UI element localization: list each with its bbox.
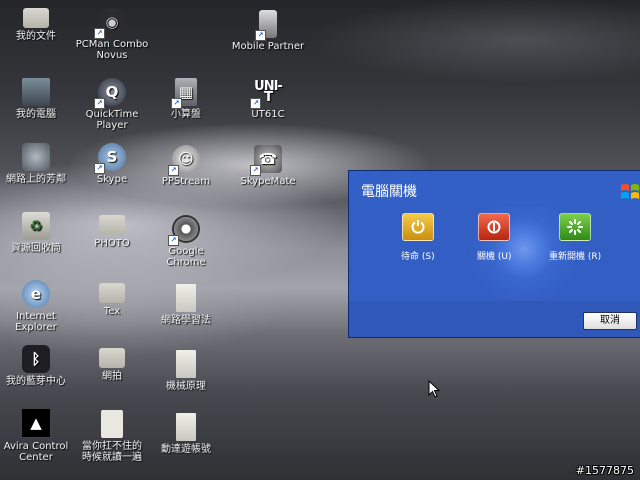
folder-icon: [99, 215, 125, 235]
desktop-icon-paipai[interactable]: 網拍: [72, 348, 152, 382]
standby-label: 待命 (S): [401, 252, 435, 262]
standby-button[interactable]: [401, 213, 434, 241]
pcman-icon: ◉ ↗: [94, 8, 126, 39]
shortcut-arrow-icon: ↗: [94, 28, 105, 39]
icon-label: 我的藍芽中心: [6, 376, 66, 387]
avira-icon: ▲: [21, 408, 51, 438]
bluetooth-icon: ᛒ: [22, 345, 50, 373]
icon-label: Tex: [103, 306, 121, 317]
network-icon: [22, 143, 50, 171]
desktop-icon-internet-explorer[interactable]: e Internet Explorer: [0, 280, 76, 333]
shortcut-arrow-icon: ↗: [171, 98, 182, 109]
windows-logo-icon: [621, 184, 639, 199]
folder-icon: [99, 348, 125, 368]
ppstream-icon: ☺ ↗: [168, 145, 200, 176]
power-icon: [487, 220, 501, 234]
icon-label: 資源回收筒: [11, 243, 61, 254]
icon-label: PCMan Combo Novus: [75, 39, 149, 61]
icon-label: Internet Explorer: [15, 311, 57, 333]
restart-option[interactable]: 重新開機 (R): [549, 213, 601, 262]
shortcut-arrow-icon: ↗: [94, 163, 105, 174]
icon-label: QuickTime Player: [85, 109, 139, 131]
spreadsheet-icon: [176, 284, 196, 312]
icon-label: PHOTO: [94, 238, 130, 249]
shortcut-arrow-icon: ↗: [255, 30, 266, 41]
desktop-icon-my-computer[interactable]: 我的電腦: [0, 78, 76, 120]
icon-label: 網路學習法: [161, 315, 211, 326]
icon-label: 當你扛不住的 時候就讀一遍: [82, 441, 142, 463]
icon-label: Avira Control Center: [3, 441, 69, 463]
dialog-body: 待命 (S) 關機 (U) 重新開機 (R): [349, 207, 640, 301]
icon-label: Google Chrome: [166, 246, 206, 268]
spreadsheet-icon: [176, 413, 196, 441]
folder-icon: [99, 283, 125, 303]
desktop-icon-wish-doc[interactable]: 當你扛不住的 時候就讀一遍: [72, 410, 152, 463]
desktop-icon-skype[interactable]: S ↗ Skype: [72, 143, 152, 185]
shortcut-arrow-icon: ↗: [250, 98, 261, 109]
restart-button[interactable]: [559, 213, 592, 241]
icon-label: SkypeMate: [240, 176, 296, 187]
desktop-icon-ppstream[interactable]: ☺ ↗ PPStream: [146, 145, 226, 187]
recycle-bin-icon: ♻: [22, 212, 50, 240]
internet-explorer-icon: e: [22, 280, 50, 308]
power-icon: [411, 220, 425, 234]
icon-label: 小算盤: [171, 109, 201, 120]
unit-logo-icon: UNI-T ↗: [250, 78, 283, 109]
desktop-icon-network-places[interactable]: 網路上的芳鄰: [0, 143, 76, 185]
icon-label: Skype: [96, 174, 128, 185]
mobile-partner-icon: ↗: [255, 10, 277, 41]
spreadsheet-icon: [176, 350, 196, 378]
desktop: 我的文件 我的電腦 網路上的芳鄰 ♻ 資源回收筒 e Internet Expl…: [0, 0, 640, 480]
shortcut-arrow-icon: ↗: [250, 165, 261, 176]
icon-label: 我的文件: [16, 31, 56, 42]
desktop-icon-network-learn[interactable]: 網路學習法: [146, 284, 226, 326]
desktop-icon-dongjie-account[interactable]: 動達遊帳號: [146, 413, 226, 455]
calculator-icon: ▦ ↗: [171, 78, 197, 109]
desktop-icon-skypemate[interactable]: ☎ ↗ SkypeMate: [228, 145, 308, 187]
icon-label: 我的電腦: [16, 109, 56, 120]
desktop-icon-photo[interactable]: PHOTO: [72, 215, 152, 249]
shutdown-dialog: 電腦關機 待命 (S) 關機 (U) 重新開機 (R) 取消: [348, 170, 640, 338]
folder-icon: [23, 8, 49, 28]
shutdown-label: 關機 (U): [477, 252, 512, 262]
skype-icon: S ↗: [94, 143, 126, 174]
desktop-icon-pcman[interactable]: ◉ ↗ PCMan Combo Novus: [72, 8, 152, 61]
icon-label: 機械原理: [166, 381, 206, 392]
desktop-icon-avira[interactable]: ▲ Avira Control Center: [0, 408, 76, 463]
shutdown-option[interactable]: 關機 (U): [477, 213, 511, 262]
shortcut-arrow-icon: ↗: [168, 235, 179, 246]
desktop-icon-my-documents[interactable]: 我的文件: [0, 8, 76, 42]
quicktime-icon: Q ↗: [94, 78, 126, 109]
standby-option[interactable]: 待命 (S): [401, 213, 435, 262]
desktop-icon-calculator[interactable]: ▦ ↗ 小算盤: [146, 78, 226, 120]
mouse-cursor-icon: [428, 380, 440, 398]
desktop-icon-recycle-bin[interactable]: ♻ 資源回收筒: [0, 212, 76, 254]
desktop-icon-bluetooth[interactable]: ᛒ 我的藍芽中心: [0, 345, 76, 387]
desktop-icon-mobile-partner[interactable]: ↗ Mobile Partner: [228, 10, 308, 52]
cancel-button[interactable]: 取消: [583, 312, 637, 330]
dialog-title: 電腦關機: [361, 184, 417, 200]
desktop-icon-mech-principle[interactable]: 機械原理: [146, 350, 226, 392]
computer-icon: [22, 78, 50, 106]
icon-label: 動達遊帳號: [161, 444, 211, 455]
desktop-icon-quicktime[interactable]: Q ↗ QuickTime Player: [72, 78, 152, 131]
dialog-footer: 取消: [349, 301, 640, 337]
shortcut-arrow-icon: ↗: [94, 98, 105, 109]
desktop-icon-tex[interactable]: Tex: [72, 283, 152, 317]
icon-label: 網路上的芳鄰: [6, 174, 66, 185]
icon-label: PPStream: [161, 176, 211, 187]
shortcut-arrow-icon: ↗: [168, 165, 179, 176]
restart-label: 重新開機 (R): [549, 252, 602, 262]
desktop-icon-ut61c[interactable]: UNI-T ↗ UT61C: [228, 78, 308, 120]
icon-label: Mobile Partner: [231, 41, 305, 52]
icon-label: 網拍: [102, 371, 122, 382]
chrome-icon: ↗: [168, 215, 200, 246]
document-icon: [101, 410, 123, 438]
phone-icon: ☎ ↗: [250, 145, 282, 176]
icon-label: UT61C: [251, 109, 285, 120]
shutdown-button[interactable]: [478, 213, 511, 241]
watermark: #1577875: [575, 464, 634, 477]
desktop-icon-chrome[interactable]: ↗ Google Chrome: [146, 215, 226, 268]
restart-icon: [567, 219, 584, 235]
